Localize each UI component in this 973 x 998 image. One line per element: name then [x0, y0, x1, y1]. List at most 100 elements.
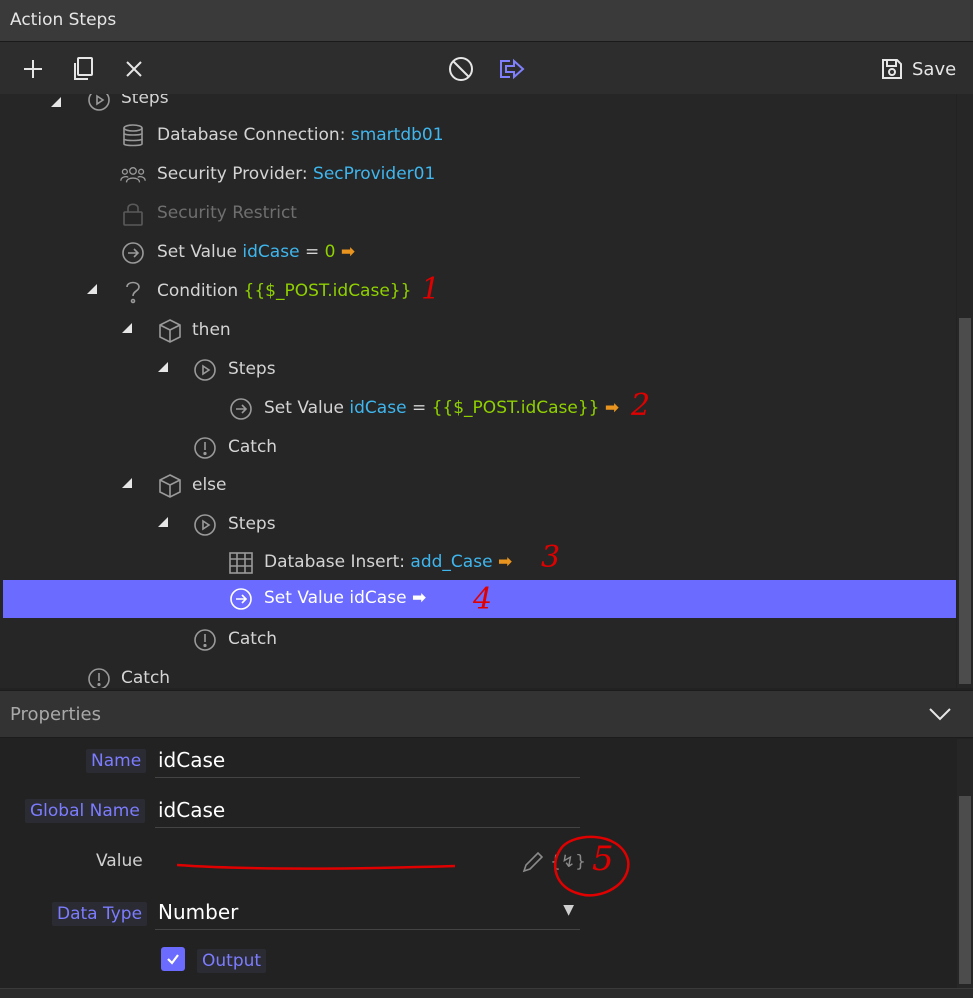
cube-icon [157, 318, 183, 344]
table-icon [228, 550, 254, 576]
output-checkbox-label[interactable]: Output [197, 949, 267, 973]
tree-label-steps: Steps [121, 94, 169, 108]
expand-triangle-icon[interactable] [51, 97, 61, 107]
output-exit-icon: ➡ [497, 552, 513, 572]
alert-circle-icon [86, 666, 112, 688]
arrow-right-circle-icon [228, 586, 254, 612]
tree-row-condition[interactable]: Condition {{$_POST.idCase}} 1 [3, 272, 956, 311]
panel-title: Action Steps [10, 10, 117, 30]
data-type-select[interactable]: Number ▼ [155, 894, 580, 930]
tree-row-else[interactable]: else [3, 467, 956, 505]
set-value-1-eq: = [304, 242, 320, 262]
value-field-label: Value [96, 851, 143, 871]
play-circle-icon [86, 94, 112, 113]
output-exit-icon: ➡ [340, 242, 356, 262]
then-label: then [192, 320, 231, 340]
annotation-3: 3 [541, 540, 561, 575]
action-steps-tree[interactable]: Steps Database Connection: smartdb01 Sec… [0, 94, 956, 688]
condition-label: Condition [157, 281, 239, 301]
add-step-button[interactable] [18, 54, 48, 84]
data-type-field-label: Data Type [52, 902, 148, 926]
set-value-2-value: {{$_POST.idCase}} [431, 398, 600, 418]
footer-bar [0, 988, 973, 998]
output-exit-icon: ➡ [604, 398, 620, 418]
tree-row-else-steps[interactable]: Steps [3, 506, 956, 544]
properties-panel: Name idCase Global Name idCase Value {↯}… [0, 739, 957, 988]
play-circle-icon [192, 357, 218, 383]
properties-title: Properties [10, 704, 101, 725]
name-input[interactable]: idCase [155, 742, 580, 778]
tree-row-security-restrict[interactable]: Security Restrict [3, 195, 956, 233]
set-value-3-label: Set Value idCase [264, 588, 407, 608]
else-steps-label: Steps [228, 514, 276, 534]
annotation-4: 4 [473, 582, 493, 617]
expand-triangle-icon[interactable] [158, 517, 168, 527]
tree-row-steps[interactable]: Steps [3, 94, 956, 119]
disable-step-button[interactable] [446, 54, 476, 84]
output-toggle-button[interactable] [497, 54, 527, 84]
db-insert-label: Database Insert: [264, 552, 406, 572]
save-button[interactable]: Save [880, 54, 956, 84]
alert-circle-icon [192, 435, 218, 461]
annotation-underline [176, 863, 456, 870]
tree-row-then[interactable]: then [3, 312, 956, 350]
delete-step-button[interactable] [119, 54, 149, 84]
output-exit-icon: ➡ [411, 588, 427, 608]
condition-expr: {{$_POST.idCase}} [243, 281, 412, 301]
then-steps-label: Steps [228, 359, 276, 379]
catch-label: Catch [121, 668, 171, 688]
expand-triangle-icon[interactable] [122, 478, 132, 488]
database-icon [120, 123, 146, 149]
tree-row-catch[interactable]: Catch [3, 660, 956, 688]
db-connection-label: Database Connection: [157, 125, 346, 145]
annotation-1: 1 [421, 272, 441, 307]
tree-row-set-value-1[interactable]: Set Value idCase = 0 ➡ [3, 234, 956, 272]
data-type-value: Number [158, 899, 239, 924]
save-label: Save [912, 58, 957, 80]
expand-triangle-icon[interactable] [87, 284, 97, 294]
question-icon [120, 279, 146, 305]
set-value-1-label: Set Value [157, 242, 238, 262]
ban-icon [449, 57, 473, 81]
security-restrict-label: Security Restrict [157, 203, 297, 223]
db-connection-value: smartdb01 [350, 125, 444, 145]
tree-row-then-steps[interactable]: Steps [3, 351, 956, 389]
set-value-2-label: Set Value [264, 398, 345, 418]
pencil-icon[interactable] [520, 849, 546, 875]
global-name-input[interactable]: idCase [155, 792, 580, 828]
properties-scrollbar-thumb[interactable] [959, 796, 971, 984]
tree-row-set-value-2[interactable]: Set Value idCase = {{$_POST.idCase}} ➡ 2 [3, 388, 956, 428]
arrow-right-circle-icon [120, 240, 146, 266]
panel-title-bar: Action Steps [0, 0, 973, 42]
tree-row-set-value-3[interactable]: Set Value idCase ➡ 4 [3, 580, 956, 618]
expand-triangle-icon[interactable] [122, 323, 132, 333]
floppy-icon [882, 59, 902, 79]
output-checkbox[interactable] [161, 947, 185, 971]
then-catch-label: Catch [228, 437, 278, 457]
tree-row-database-connection[interactable]: Database Connection: smartdb01 [3, 117, 956, 155]
checkmark-icon [167, 954, 179, 965]
dropdown-arrow-icon: ▼ [563, 902, 574, 918]
copy-step-button[interactable] [68, 54, 98, 84]
lock-icon [120, 201, 146, 227]
copy-icon [74, 57, 93, 80]
tree-row-else-catch[interactable]: Catch [3, 621, 956, 659]
tree-scrollbar-thumb[interactable] [959, 318, 971, 684]
chevron-down-icon[interactable] [928, 707, 952, 721]
play-circle-icon [192, 512, 218, 538]
global-name-field-label: Global Name [25, 799, 145, 823]
alert-circle-icon [192, 627, 218, 653]
db-insert-value: add_Case [410, 552, 493, 572]
tree-row-security-provider[interactable]: Security Provider: SecProvider01 [3, 156, 956, 194]
users-icon [120, 162, 146, 188]
properties-header[interactable]: Properties [0, 690, 973, 738]
close-icon [126, 61, 142, 77]
security-provider-value: SecProvider01 [313, 164, 436, 184]
name-field-label: Name [86, 749, 147, 773]
tree-row-then-catch[interactable]: Catch [3, 429, 956, 467]
annotation-2: 2 [631, 388, 651, 423]
set-value-1-value: 0 [324, 242, 336, 262]
expand-triangle-icon[interactable] [158, 362, 168, 372]
tree-row-database-insert[interactable]: Database Insert: add_Case ➡ 3 [3, 540, 956, 582]
annotation-5: 5 [592, 839, 614, 879]
